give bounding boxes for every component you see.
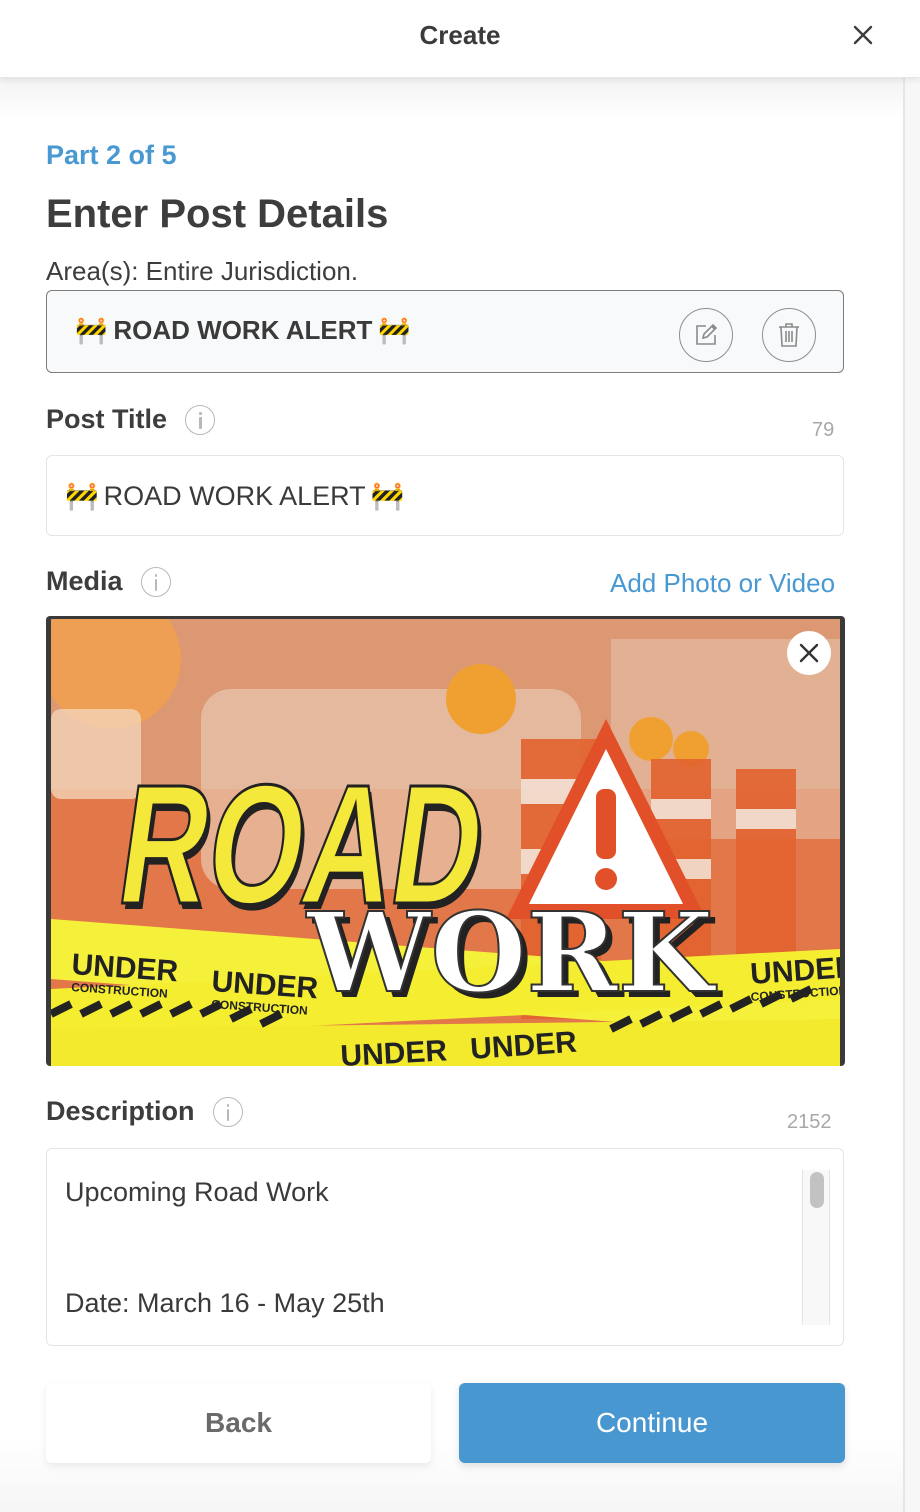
description-label-text: Description [46,1096,195,1126]
remove-media-button[interactable] [787,631,831,675]
post-title-value: 🚧 ROAD WORK ALERT 🚧 [65,480,404,512]
form-content: Part 2 of 5 Enter Post Details Area(s): … [0,78,903,1512]
post-title-input[interactable]: 🚧 ROAD WORK ALERT 🚧 [46,455,844,536]
template-title: 🚧 ROAD WORK ALERT 🚧 [75,315,411,346]
area-text: Area(s): Entire Jurisdiction. [46,256,359,286]
description-line: Date: March 16 - May 25th [65,1288,385,1318]
description-label: Description [46,1096,243,1127]
add-photo-or-video-link[interactable]: Add Photo or Video [610,568,835,599]
info-icon[interactable] [140,566,171,597]
construction-emoji-icon: 🚧 [75,315,108,345]
post-title-label-text: Post Title [46,404,168,434]
modal-title: Create [419,20,501,50]
construction-emoji-icon: 🚧 [370,481,405,511]
media-preview: ROAD ROAD UNDER CONSTRUCTION UNDER CONST… [46,616,845,1066]
continue-button[interactable]: Continue [459,1383,845,1463]
description-scrollbar-thumb[interactable] [810,1172,824,1208]
post-title-label: Post Title [46,404,216,435]
selected-template: 🚧 ROAD WORK ALERT 🚧 [46,290,844,373]
road-work-image: ROAD ROAD UNDER CONSTRUCTION UNDER CONST… [51,619,840,1066]
trash-icon [779,323,799,347]
construction-emoji-icon: 🚧 [378,315,411,345]
description-counter: 2152 [787,1111,832,1133]
template-title-text: ROAD WORK ALERT [113,315,373,345]
info-icon[interactable] [185,404,216,435]
description-textarea[interactable]: Upcoming Road Work Date: March 16 - May … [46,1148,844,1346]
close-button[interactable] [848,20,878,50]
close-icon [799,643,819,663]
media-label: Media [46,566,171,597]
construction-emoji-icon: 🚧 [65,481,99,511]
close-icon [853,25,873,45]
edit-icon [696,323,718,345]
delete-template-button[interactable] [762,308,816,362]
page-scrollbar[interactable] [903,78,920,1512]
tape-text: UNDER [340,1034,449,1066]
info-icon[interactable] [212,1096,243,1127]
road-work-graphic: ROAD ROAD UNDER CONSTRUCTION UNDER CONST… [51,619,840,1066]
back-button[interactable]: Back [46,1383,431,1463]
description-line: Upcoming Road Work [65,1177,329,1207]
page-title: Enter Post Details [46,192,389,236]
media-label-text: Media [46,566,123,596]
description-scrollbar[interactable] [802,1170,830,1325]
modal-header: Create [0,0,920,78]
edit-template-button[interactable] [679,308,733,362]
step-indicator: Part 2 of 5 [46,140,177,170]
post-title-value-text: ROAD WORK ALERT [103,480,366,511]
image-word-work: WORK [306,888,717,1017]
post-title-counter: 79 [812,419,835,441]
